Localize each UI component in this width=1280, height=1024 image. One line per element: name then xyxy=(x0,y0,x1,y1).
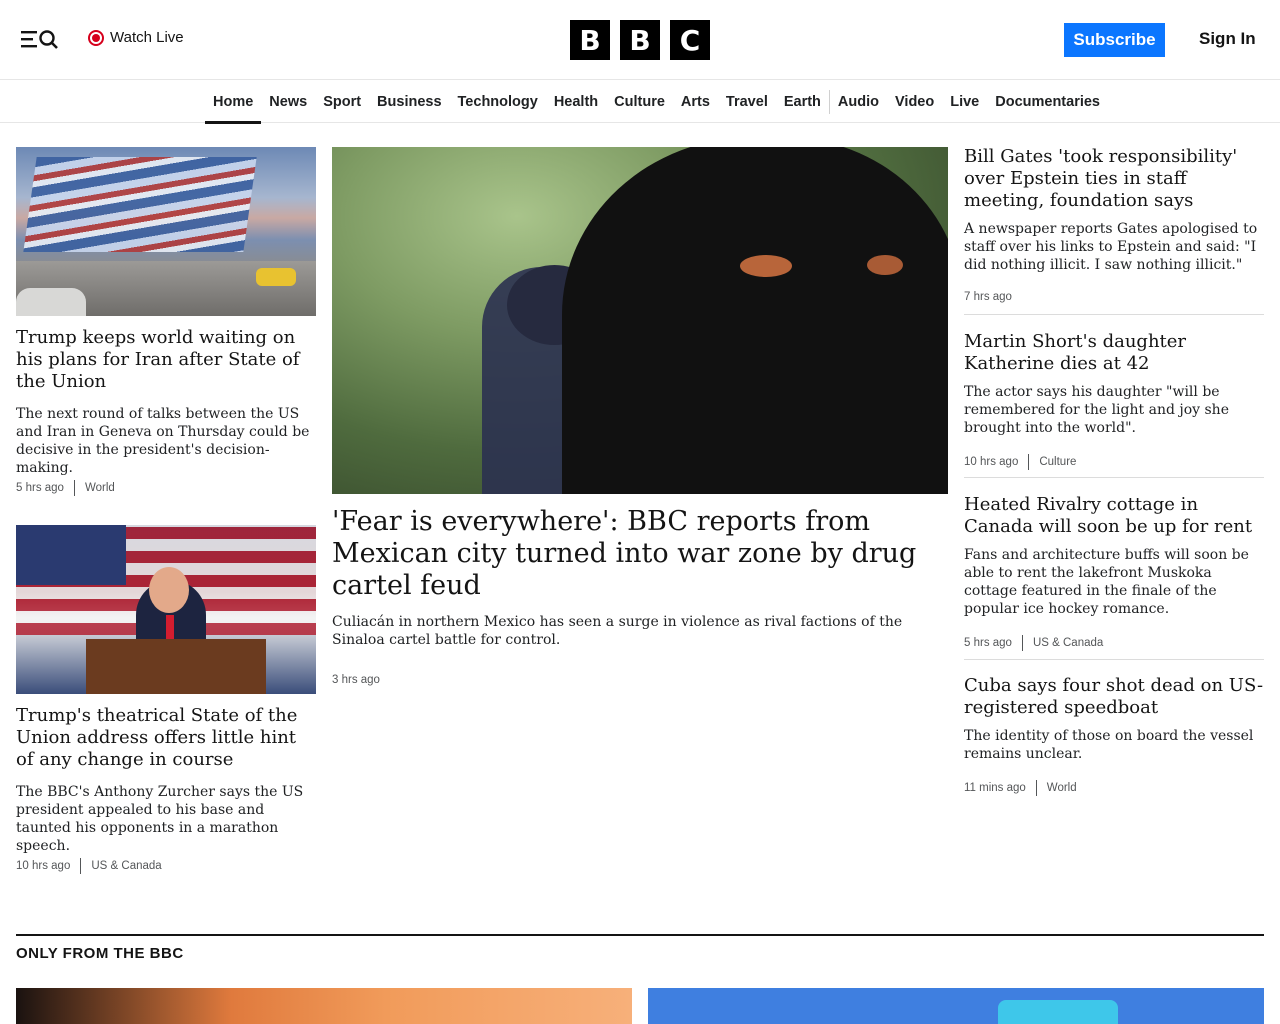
nav-item-travel[interactable]: Travel xyxy=(718,80,776,123)
story-summary: A newspaper reports Gates apologised to … xyxy=(964,221,1258,273)
story-summary: The identity of those on board the vesse… xyxy=(964,728,1254,762)
meta-divider xyxy=(73,480,75,496)
nav-item-arts[interactable]: Arts xyxy=(673,80,718,123)
story-meta: 5 hrs ago World xyxy=(16,480,115,496)
story-headline[interactable]: Trump's theatrical State of the Union ad… xyxy=(16,705,316,771)
story-meta: 5 hrs ago US & Canada xyxy=(964,635,1103,651)
mask-eye-opening xyxy=(867,255,903,275)
nav-item-audio[interactable]: Audio xyxy=(830,80,887,123)
feature-image[interactable] xyxy=(648,988,1264,1024)
section-title: ONLY FROM THE BBC xyxy=(16,945,184,962)
story-time: 5 hrs ago xyxy=(964,637,1012,649)
story-category-link[interactable]: US & Canada xyxy=(91,860,161,872)
top-header: Watch Live B B C Subscribe Sign In xyxy=(0,0,1280,80)
story-summary: The BBC's Anthony Zurcher says the US pr… xyxy=(16,784,304,854)
billboard-flag-graphic xyxy=(23,157,257,252)
story-meta: 10 hrs ago US & Canada xyxy=(16,858,162,874)
nav-item-video[interactable]: Video xyxy=(887,80,942,123)
taxi-graphic xyxy=(256,268,296,286)
story-headline[interactable]: Cuba says four shot dead on US-registere… xyxy=(964,675,1264,719)
flag-canton-graphic xyxy=(16,525,126,585)
story-summary: The next round of talks between the US a… xyxy=(16,406,310,476)
nav-item-live[interactable]: Live xyxy=(942,80,987,123)
mask-eye-opening xyxy=(740,255,792,277)
logo-letter: C xyxy=(670,20,710,60)
car-graphic xyxy=(16,288,86,316)
main-story-meta: 3 hrs ago xyxy=(332,674,380,686)
story-time: 7 hrs ago xyxy=(964,291,1012,303)
nav-item-health[interactable]: Health xyxy=(546,80,606,123)
story-image-state-of-union[interactable] xyxy=(16,525,316,694)
story-summary: The actor says his daughter "will be rem… xyxy=(964,384,1229,436)
watch-live-link[interactable]: Watch Live xyxy=(88,29,184,46)
story-meta: 10 hrs ago Culture xyxy=(964,454,1076,470)
camera-graphic xyxy=(998,1000,1118,1024)
story-headline[interactable]: Trump keeps world waiting on his plans f… xyxy=(16,327,316,393)
menu-search-icon xyxy=(21,30,58,49)
nav-item-technology[interactable]: Technology xyxy=(450,80,546,123)
nav-item-earth[interactable]: Earth xyxy=(776,80,829,123)
story-time: 5 hrs ago xyxy=(16,482,64,494)
nav-item-sport[interactable]: Sport xyxy=(315,80,369,123)
meta-divider xyxy=(1028,454,1030,470)
meta-divider xyxy=(1021,635,1023,651)
watch-live-label: Watch Live xyxy=(110,29,184,46)
story-divider xyxy=(964,314,1264,315)
live-icon xyxy=(88,29,104,46)
menu-search-button[interactable] xyxy=(20,28,62,50)
story-time: 3 hrs ago xyxy=(332,674,380,686)
story-divider xyxy=(964,477,1264,478)
section-rule xyxy=(16,934,1264,936)
story-image-iran[interactable] xyxy=(16,147,316,316)
feature-image[interactable] xyxy=(16,988,632,1024)
story-meta: 11 mins ago World xyxy=(964,780,1077,796)
nav-item-culture[interactable]: Culture xyxy=(606,80,673,123)
nav-item-business[interactable]: Business xyxy=(369,80,449,123)
story-category-link[interactable]: Culture xyxy=(1039,456,1076,468)
meta-divider xyxy=(1035,780,1037,796)
speaker-face xyxy=(149,567,189,613)
logo-letter: B xyxy=(570,20,610,60)
subscribe-button[interactable]: Subscribe xyxy=(1064,23,1165,57)
story-category-link[interactable]: US & Canada xyxy=(1033,637,1103,649)
main-story-headline[interactable]: 'Fear is everywhere': BBC reports from M… xyxy=(332,506,932,602)
story-headline[interactable]: Bill Gates 'took responsibility' over Ep… xyxy=(964,146,1264,212)
masked-figure xyxy=(562,147,948,494)
story-time: 11 mins ago xyxy=(964,782,1026,794)
story-meta: 7 hrs ago xyxy=(964,291,1012,303)
main-story-image[interactable] xyxy=(332,147,948,494)
story-time: 10 hrs ago xyxy=(16,860,71,872)
story-time: 10 hrs ago xyxy=(964,456,1019,468)
bbc-logo[interactable]: B B C xyxy=(570,20,710,60)
logo-letter: B xyxy=(620,20,660,60)
main-nav: Home News Sport Business Technology Heal… xyxy=(0,80,1280,124)
main-story-summary: Culiacán in northern Mexico has seen a s… xyxy=(332,614,903,648)
story-headline[interactable]: Heated Rivalry cottage in Canada will so… xyxy=(964,494,1264,538)
story-summary: Fans and architecture buffs will soon be… xyxy=(964,547,1249,617)
nav-item-news[interactable]: News xyxy=(261,80,315,123)
meta-divider xyxy=(80,858,82,874)
podium-graphic xyxy=(86,639,266,694)
story-headline[interactable]: Martin Short's daughter Katherine dies a… xyxy=(964,331,1264,375)
story-category-link[interactable]: World xyxy=(85,482,115,494)
story-divider xyxy=(964,659,1264,660)
nav-item-documentaries[interactable]: Documentaries xyxy=(987,80,1108,123)
sign-in-link[interactable]: Sign In xyxy=(1199,29,1256,49)
nav-item-home[interactable]: Home xyxy=(205,80,262,124)
story-category-link[interactable]: World xyxy=(1047,782,1077,794)
